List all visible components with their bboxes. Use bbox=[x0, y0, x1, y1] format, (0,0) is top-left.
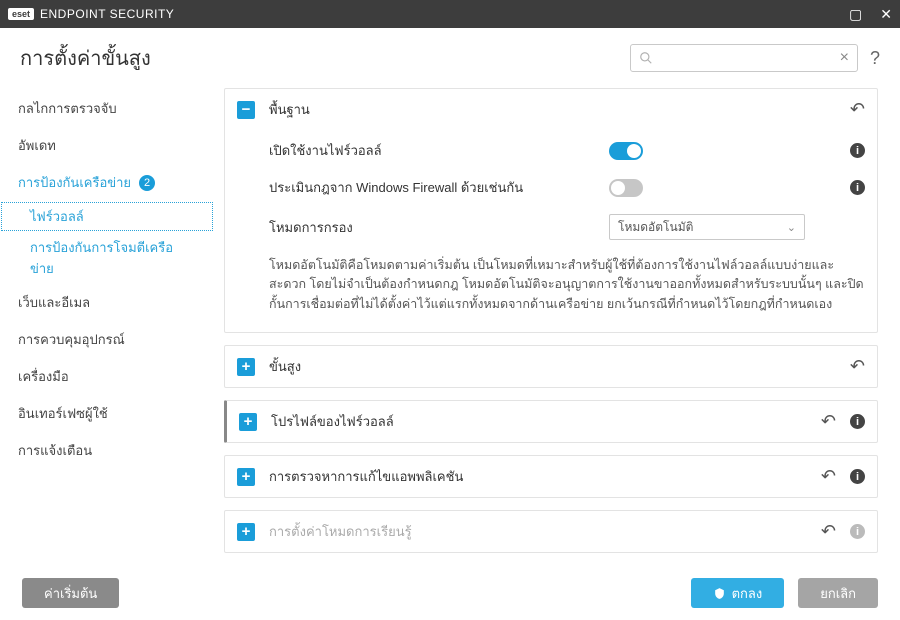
enable-firewall-toggle[interactable] bbox=[609, 142, 643, 160]
ok-button-label: ตกลง bbox=[732, 583, 763, 604]
revert-icon[interactable]: ↶ bbox=[850, 356, 865, 377]
info-icon[interactable]: i bbox=[850, 414, 865, 429]
panel-profiles-title: โปรไฟล์ของไฟร์วอลล์ bbox=[271, 411, 394, 432]
info-icon[interactable]: i bbox=[850, 524, 865, 539]
window-maximize-icon[interactable]: ▢ bbox=[849, 6, 862, 23]
header: การตั้งค่าขั้นสูง × ? bbox=[0, 28, 900, 84]
sidebar: กลไกการตรวจจับ อัพเดท การป้องกันเครือข่า… bbox=[0, 84, 214, 602]
sidebar-sub-firewall[interactable]: ไฟร์วอลล์ bbox=[0, 201, 214, 232]
search-input[interactable] bbox=[659, 51, 840, 66]
panel-advanced-title: ขั้นสูง bbox=[269, 356, 301, 377]
sidebar-item-label: การป้องกันเครือข่าย bbox=[18, 172, 131, 193]
revert-icon[interactable]: ↶ bbox=[821, 411, 836, 432]
content-area: − พื้นฐาน ↶ เปิดใช้งานไฟร์วอลล์ i ประเมิ… bbox=[214, 84, 900, 602]
panel-appmod-title: การตรวจหาการแก้ไขแอพพลิเคชัน bbox=[269, 466, 463, 487]
sidebar-item-tools[interactable]: เครื่องมือ bbox=[0, 358, 214, 395]
titlebar: eset ENDPOINT SECURITY ▢ ✕ bbox=[0, 0, 900, 28]
panel-learning-title: การตั้งค่าโหมดการเรียนรู้ bbox=[269, 521, 412, 542]
shield-icon bbox=[713, 587, 726, 600]
sidebar-item-device-control[interactable]: การควบคุมอุปกรณ์ bbox=[0, 321, 214, 358]
expand-icon[interactable]: + bbox=[239, 413, 257, 431]
filter-mode-select[interactable]: โหมดอัตโนมัติ ⌄ bbox=[609, 214, 805, 240]
window-close-icon[interactable]: ✕ bbox=[880, 6, 892, 23]
collapse-icon[interactable]: − bbox=[237, 101, 255, 119]
windows-firewall-toggle[interactable] bbox=[609, 179, 643, 197]
filter-mode-description: โหมดอัตโนมัติคือโหมดตามค่าเริ่มต้น เป็นโ… bbox=[269, 248, 865, 318]
sidebar-item-update[interactable]: อัพเดท bbox=[0, 127, 214, 164]
sidebar-item-detection[interactable]: กลไกการตรวจจับ bbox=[0, 90, 214, 127]
revert-icon[interactable]: ↶ bbox=[850, 99, 865, 120]
panel-profiles: + โปรไฟล์ของไฟร์วอลล์ ↶ i bbox=[224, 400, 878, 443]
sidebar-item-notifications[interactable]: การแจ้งเตือน bbox=[0, 432, 214, 469]
info-icon[interactable]: i bbox=[850, 143, 865, 158]
footer: ค่าเริ่มต้น ตกลง ยกเลิก bbox=[0, 566, 900, 620]
enable-firewall-label: เปิดใช้งานไฟร์วอลล์ bbox=[269, 140, 609, 161]
brand-logo: eset bbox=[8, 8, 34, 20]
cancel-button[interactable]: ยกเลิก bbox=[798, 578, 878, 608]
panel-basic: − พื้นฐาน ↶ เปิดใช้งานไฟร์วอลล์ i ประเมิ… bbox=[224, 88, 878, 333]
sidebar-item-network[interactable]: การป้องกันเครือข่าย 2 bbox=[0, 164, 214, 201]
search-icon bbox=[639, 51, 653, 65]
panel-advanced: + ขั้นสูง ↶ bbox=[224, 345, 878, 388]
panel-basic-title: พื้นฐาน bbox=[269, 99, 310, 120]
filter-mode-value: โหมดอัตโนมัติ bbox=[618, 218, 693, 237]
expand-icon[interactable]: + bbox=[237, 523, 255, 541]
sidebar-item-web-email[interactable]: เว็บและอีเมล bbox=[0, 284, 214, 321]
search-input-wrapper[interactable]: × bbox=[630, 44, 858, 72]
help-icon[interactable]: ? bbox=[870, 48, 880, 69]
page-title: การตั้งค่าขั้นสูง bbox=[20, 42, 151, 74]
expand-icon[interactable]: + bbox=[237, 468, 255, 486]
panel-learning-mode: + การตั้งค่าโหมดการเรียนรู้ ↶ i bbox=[224, 510, 878, 553]
revert-icon[interactable]: ↶ bbox=[821, 466, 836, 487]
clear-search-icon[interactable]: × bbox=[840, 49, 849, 67]
chevron-down-icon: ⌄ bbox=[787, 221, 796, 234]
sidebar-badge: 2 bbox=[139, 175, 155, 191]
info-icon[interactable]: i bbox=[850, 180, 865, 195]
ok-button[interactable]: ตกลง bbox=[691, 578, 785, 608]
sidebar-sub-network-attack[interactable]: การป้องกันการโจมตีเครือข่าย bbox=[0, 232, 214, 284]
filter-mode-label: โหมดการกรอง bbox=[269, 217, 609, 238]
windows-firewall-label: ประเมินกฎจาก Windows Firewall ด้วยเช่นกั… bbox=[269, 177, 609, 198]
expand-icon[interactable]: + bbox=[237, 358, 255, 376]
defaults-button[interactable]: ค่าเริ่มต้น bbox=[22, 578, 119, 608]
panel-app-modification: + การตรวจหาการแก้ไขแอพพลิเคชัน ↶ i bbox=[224, 455, 878, 498]
sidebar-item-ui[interactable]: อินเทอร์เฟซผู้ใช้ bbox=[0, 395, 214, 432]
app-title: ENDPOINT SECURITY bbox=[40, 7, 174, 21]
revert-icon[interactable]: ↶ bbox=[821, 521, 836, 542]
info-icon[interactable]: i bbox=[850, 469, 865, 484]
